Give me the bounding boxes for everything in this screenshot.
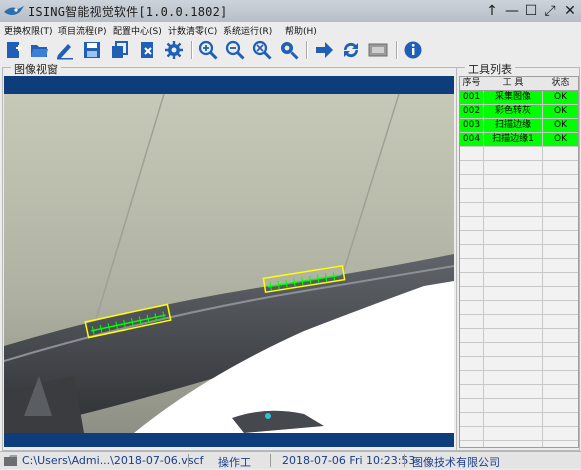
pin-button[interactable]: ↑ [483,2,501,20]
new-file-icon[interactable] [4,40,24,60]
column-tool: 工 具 [502,78,524,88]
edit-pencil-icon[interactable] [55,40,75,60]
run-arrow-icon[interactable] [314,40,334,60]
zoom-reset-icon[interactable] [279,40,299,60]
tool-id: 001 [460,91,483,104]
tool-id: 002 [460,105,483,118]
column-status: 状态 [551,78,570,88]
menu-config-center[interactable]: 配置中心(S) [113,24,162,37]
tool-list-header: 序号 工 具 状态 [460,77,578,91]
tool-status: OK [543,133,578,146]
tool-row[interactable]: 001 采集图像 OK [460,91,578,104]
tool-list-panel: 工具列表 序号 工 具 状态 001 采集图像 OK 002 彩色转灰 OK 0… [456,61,580,451]
status-separator [270,454,271,467]
maximize-button[interactable]: ☐ [522,2,540,20]
tool-row[interactable]: 002 彩色转灰 OK [460,105,578,118]
toolbar-separator [191,41,193,59]
menu-help[interactable]: 帮助(H) [285,24,317,37]
tool-name: 彩色转灰 [484,105,542,118]
camera-image[interactable] [4,76,454,447]
app-logo-icon [4,6,24,15]
settings-gear-icon[interactable] [164,40,184,60]
status-separator [188,454,189,467]
tool-list-table[interactable]: 序号 工 具 状态 001 采集图像 OK 002 彩色转灰 OK 003 扫描… [459,76,579,448]
zoom-in-icon[interactable] [198,40,218,60]
delete-file-icon[interactable] [138,40,158,60]
tool-row[interactable]: 004 扫描边缘1 OK [460,133,578,146]
project-file-icon [4,455,17,466]
save-icon[interactable] [82,40,102,60]
open-folder-icon[interactable] [29,40,49,60]
menu-system-run[interactable]: 系统运行(R) [223,24,272,37]
toolbar-separator [306,41,308,59]
tool-row[interactable]: 003 扫描边缘 OK [460,119,578,132]
tool-name: 扫描边缘1 [484,133,542,146]
tool-name: 扫描边缘 [484,119,542,132]
zoom-fit-icon[interactable] [252,40,272,60]
tool-id: 003 [460,119,483,132]
tool-status: OK [543,105,578,118]
camera-image-canvas [4,76,454,447]
menu-reset-count[interactable]: 计数清零(C) [168,24,217,37]
menu-project-flow[interactable]: 项目流程(P) [58,24,106,37]
zoom-out-icon[interactable] [225,40,245,60]
info-icon[interactable] [403,40,423,60]
image-view-panel: 图像视窗 [2,61,457,451]
toolbar-separator [396,41,398,59]
toolbar [0,38,581,62]
tool-list-title: 工具列表 [465,61,515,77]
restore-button[interactable]: ⤢ [541,2,559,20]
status-bar: C:\Users\Admi...\2018-07-06.vscf 操作工 201… [0,451,581,469]
status-separator [404,454,405,467]
cycle-run-icon[interactable] [341,40,361,60]
tool-name: 采集图像 [484,91,542,104]
status-file-path: C:\Users\Admi...\2018-07-06.vscf [22,454,204,467]
tool-status: OK [543,119,578,132]
copy-icon[interactable] [110,40,130,60]
tool-id: 004 [460,133,483,146]
window-title: ISING智能视觉软件[1.0.0.1802] [28,5,228,19]
menu-bar: 更换权限(T) 项目流程(P) 配置中心(S) 计数清零(C) 系统运行(R) … [0,22,581,38]
menu-change-permission[interactable]: 更换权限(T) [4,24,53,37]
title-bar: ISING智能视觉软件[1.0.0.1802] ↑ — ☐ ⤢ ✕ [0,0,581,23]
minimize-button[interactable]: — [503,2,521,20]
camera-trigger-icon[interactable] [368,40,388,60]
column-id: 序号 [462,78,481,88]
tool-status: OK [543,91,578,104]
status-datetime: 2018-07-06 Fri 10:23:53 [282,454,416,467]
close-button[interactable]: ✕ [561,2,579,20]
image-view-title: 图像视窗 [11,61,61,77]
